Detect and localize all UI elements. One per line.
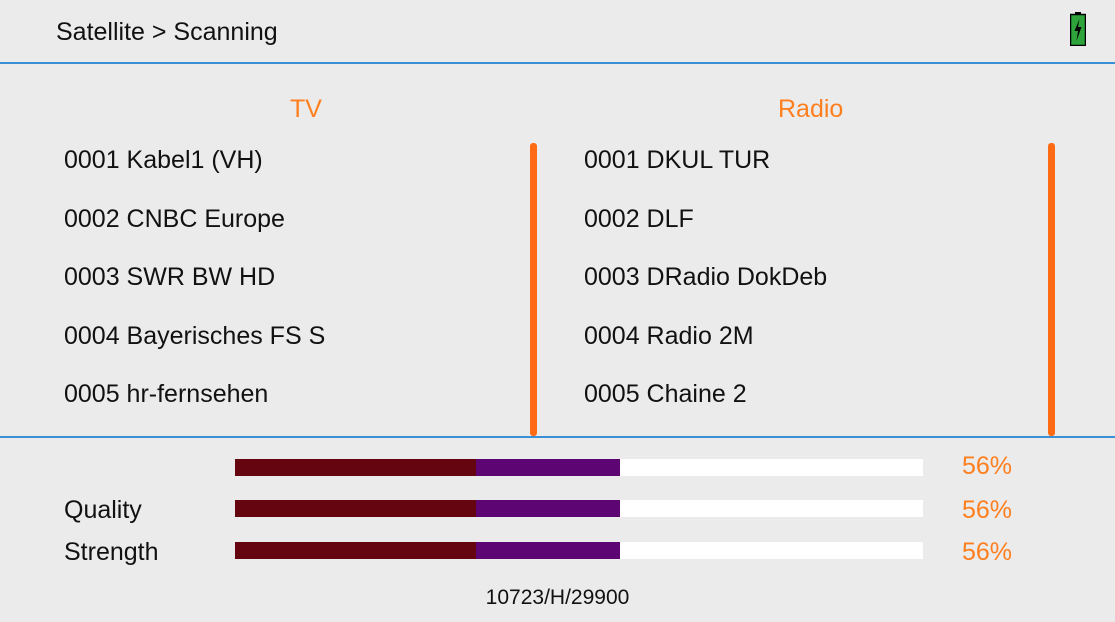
breadcrumb: Satellite > Scanning <box>56 18 278 46</box>
quality-percent: 56% <box>962 496 1013 524</box>
tv-channel-item[interactable]: 0002 CNBC Europe <box>64 199 325 258</box>
signal-meter-bar <box>235 459 923 476</box>
radio-channel-list: 0001 DKUL TUR 0002 DLF 0003 DRadio DokDe… <box>584 140 827 433</box>
tv-column-title: TV <box>290 95 322 123</box>
header-bar: Satellite > Scanning <box>0 0 1115 64</box>
quality-label: Quality <box>64 496 142 524</box>
tv-channel-item[interactable]: 0003 SWR BW HD <box>64 257 325 316</box>
meter-fill-low <box>235 459 476 476</box>
tv-channel-list: 0001 Kabel1 (VH) 0002 CNBC Europe 0003 S… <box>64 140 325 433</box>
tv-channel-item[interactable]: 0004 Bayerisches FS S <box>64 316 325 375</box>
radio-list-scrollbar[interactable] <box>1048 143 1055 436</box>
radio-column-title: Radio <box>778 95 844 123</box>
strength-percent: 56% <box>962 538 1013 566</box>
radio-channel-item[interactable]: 0004 Radio 2M <box>584 316 827 375</box>
tv-channel-item[interactable]: 0001 Kabel1 (VH) <box>64 140 325 199</box>
strength-label: Strength <box>64 538 159 566</box>
quality-meter-bar <box>235 500 923 517</box>
radio-channel-item[interactable]: 0003 DRadio DokDeb <box>584 257 827 316</box>
battery-charging-icon <box>1070 12 1086 46</box>
section-divider <box>0 436 1115 438</box>
tv-list-scrollbar[interactable] <box>530 143 537 436</box>
tv-channel-item[interactable]: 0005 hr-fernsehen <box>64 374 325 433</box>
radio-channel-item[interactable]: 0002 DLF <box>584 199 827 258</box>
meter-fill-high <box>475 542 621 559</box>
meter-percent: 56% <box>962 452 1013 480</box>
strength-meter-bar <box>235 542 923 559</box>
radio-channel-item[interactable]: 0005 Chaine 2 <box>584 374 827 433</box>
meter-fill-high <box>475 500 621 517</box>
radio-channel-item[interactable]: 0001 DKUL TUR <box>584 140 827 199</box>
meter-fill-high <box>475 459 621 476</box>
transponder-frequency: 10723/H/29900 <box>485 586 630 609</box>
meter-fill-low <box>235 542 476 559</box>
meter-fill-low <box>235 500 476 517</box>
